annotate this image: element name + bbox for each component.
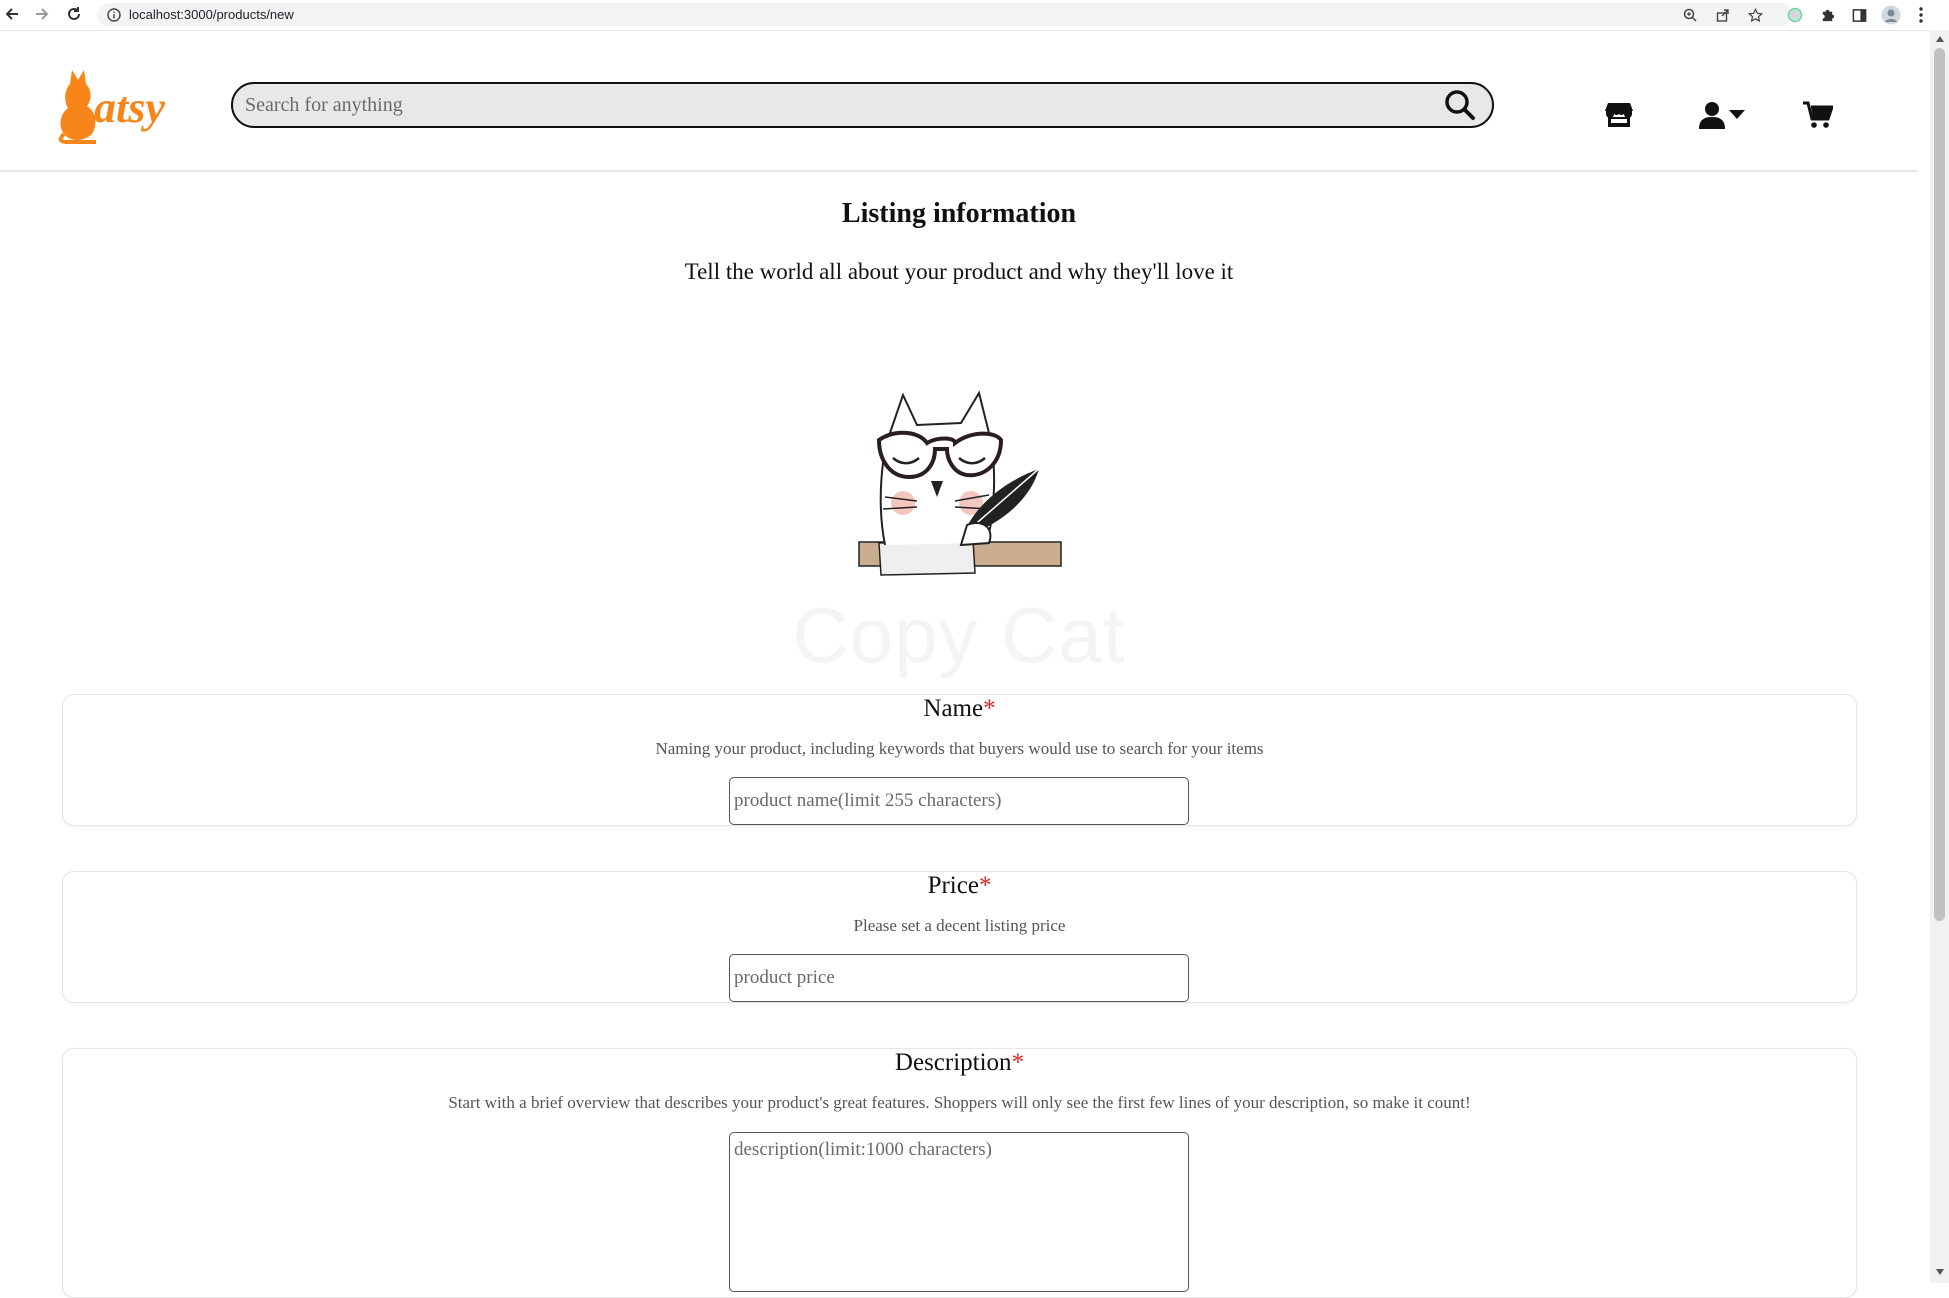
user-icon xyxy=(1699,102,1725,129)
cart-icon[interactable] xyxy=(1802,98,1834,132)
share-icon[interactable] xyxy=(1713,5,1733,25)
price-help-text: Please set a decent listing price xyxy=(853,916,1066,935)
name-field-card: Name* Naming your product, including key… xyxy=(62,694,1857,826)
scroll-thumb[interactable] xyxy=(1934,48,1945,921)
zoom-icon[interactable] xyxy=(1680,5,1700,25)
description-help-text: Start with a brief overview that describ… xyxy=(448,1093,1471,1112)
description-field-card: Description* Start with a brief overview… xyxy=(62,1048,1857,1298)
description-label: Description* xyxy=(894,1049,1025,1076)
back-icon[interactable] xyxy=(1,3,23,25)
required-asterisk: * xyxy=(978,872,992,899)
caret-down-icon xyxy=(1729,110,1745,119)
logo-text: atsy xyxy=(94,83,165,132)
reload-icon[interactable] xyxy=(63,3,85,25)
scroll-up-icon[interactable] xyxy=(1934,34,1945,44)
product-price-input[interactable] xyxy=(729,954,1189,1002)
puzzle-icon[interactable] xyxy=(1817,5,1837,25)
page-subtitle: Tell the world all about your product an… xyxy=(684,259,1234,284)
name-help-text: Naming your product, including keywords … xyxy=(655,739,1264,758)
forward-icon[interactable] xyxy=(31,3,53,25)
price-field-card: Price* Please set a decent listing price xyxy=(62,871,1857,1003)
info-icon[interactable] xyxy=(107,7,121,22)
required-asterisk: * xyxy=(983,695,996,722)
store-icon[interactable] xyxy=(1604,98,1634,132)
url-text[interactable]: localhost:3000/products/new xyxy=(129,7,294,22)
price-label: Price* xyxy=(927,872,992,899)
scroll-down-icon[interactable] xyxy=(1934,1267,1945,1277)
name-label: Name* xyxy=(923,695,996,722)
menu-kebab-icon[interactable] xyxy=(1914,5,1928,25)
extension-icon[interactable] xyxy=(1785,5,1805,25)
site-header: atsy xyxy=(0,30,1918,172)
cat-writing-illustration xyxy=(855,385,1065,580)
search-input[interactable] xyxy=(243,92,1440,118)
search-icon[interactable] xyxy=(1440,85,1480,125)
site-logo[interactable]: atsy xyxy=(56,64,191,144)
address-bar[interactable]: localhost:3000/products/new xyxy=(97,3,1792,26)
sidepanel-icon[interactable] xyxy=(1849,5,1869,25)
product-description-textarea[interactable] xyxy=(729,1132,1189,1292)
brand-caption: Copy Cat xyxy=(792,591,1126,679)
search-bar[interactable] xyxy=(231,82,1494,128)
product-name-input[interactable] xyxy=(729,777,1189,825)
browser-toolbar: localhost:3000/products/new xyxy=(0,0,1949,31)
required-asterisk: * xyxy=(1011,1049,1025,1076)
bookmark-star-icon[interactable] xyxy=(1745,5,1765,25)
user-menu-button[interactable] xyxy=(1698,98,1746,132)
page-scrollbar[interactable] xyxy=(1930,30,1949,1283)
profile-avatar[interactable] xyxy=(1881,5,1901,25)
page-title: Listing information xyxy=(841,198,1077,229)
